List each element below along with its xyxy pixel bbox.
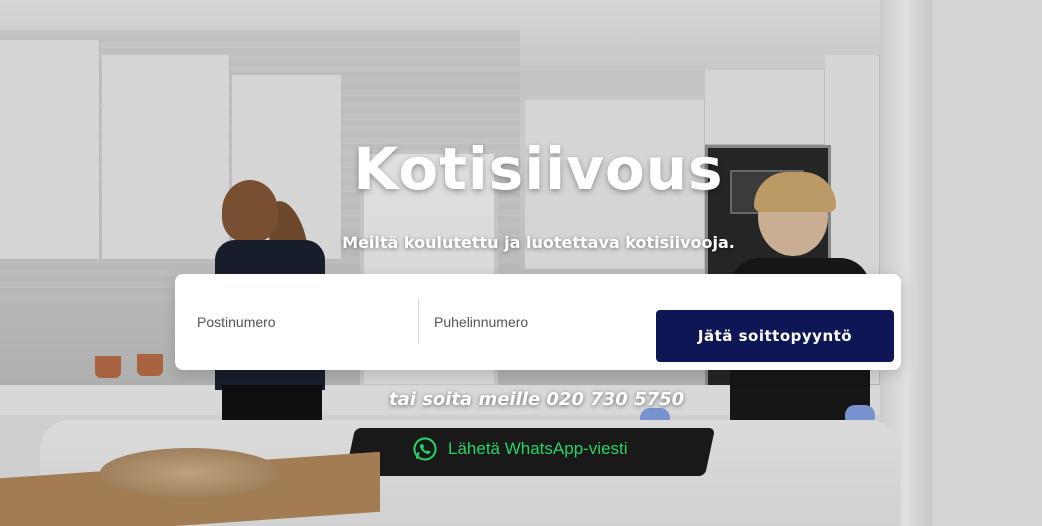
hero-title: Kotisiivous xyxy=(353,135,724,203)
hero-subtitle: Meiltä koulutettu ja luotettava kotisiiv… xyxy=(342,233,735,252)
callback-form: Jätä soittopyyntö xyxy=(175,274,901,370)
field-divider xyxy=(418,298,419,344)
postal-code-input[interactable] xyxy=(197,300,407,344)
hero-section: Kotisiivous Meiltä koulutettu ja luotett… xyxy=(0,0,1042,526)
phone-input[interactable] xyxy=(434,300,644,344)
submit-callback-button[interactable]: Jätä soittopyyntö xyxy=(656,310,894,362)
whatsapp-label: Lähetä WhatsApp-viesti xyxy=(448,439,628,458)
call-us-text: tai soita meille 020 730 5750 xyxy=(389,389,685,410)
whatsapp-icon xyxy=(413,437,437,461)
whatsapp-link[interactable]: Lähetä WhatsApp-viesti xyxy=(412,436,628,462)
